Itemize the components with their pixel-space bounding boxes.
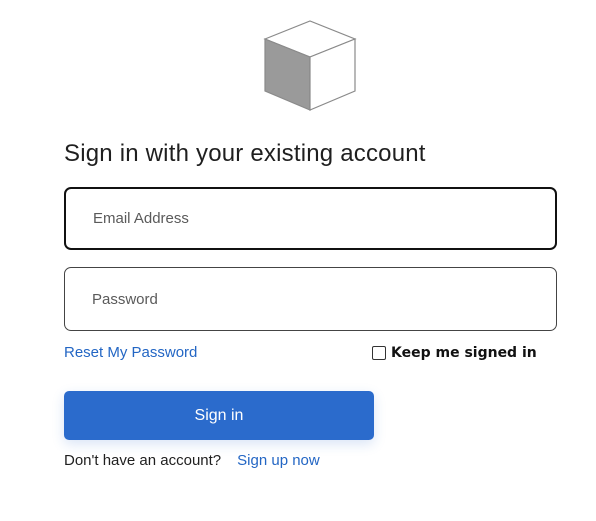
- sign-in-button[interactable]: Sign in: [64, 391, 374, 440]
- sign-in-page: Sign in with your existing account Reset…: [0, 0, 596, 521]
- keep-signed-in-label: Keep me signed in: [391, 345, 537, 361]
- email-field[interactable]: [64, 187, 557, 250]
- signup-prompt: Don't have an account?: [64, 452, 222, 469]
- reset-password-link[interactable]: Reset My Password: [64, 344, 197, 361]
- signup-row: Don't have an account? Sign up now: [64, 452, 320, 469]
- keep-signed-in-option[interactable]: Keep me signed in: [372, 345, 537, 361]
- cube-logo-icon: [263, 20, 357, 111]
- page-title: Sign in with your existing account: [64, 140, 426, 167]
- sign-up-link[interactable]: Sign up now: [237, 452, 320, 469]
- password-field[interactable]: [64, 267, 557, 331]
- keep-signed-in-checkbox[interactable]: [372, 346, 386, 360]
